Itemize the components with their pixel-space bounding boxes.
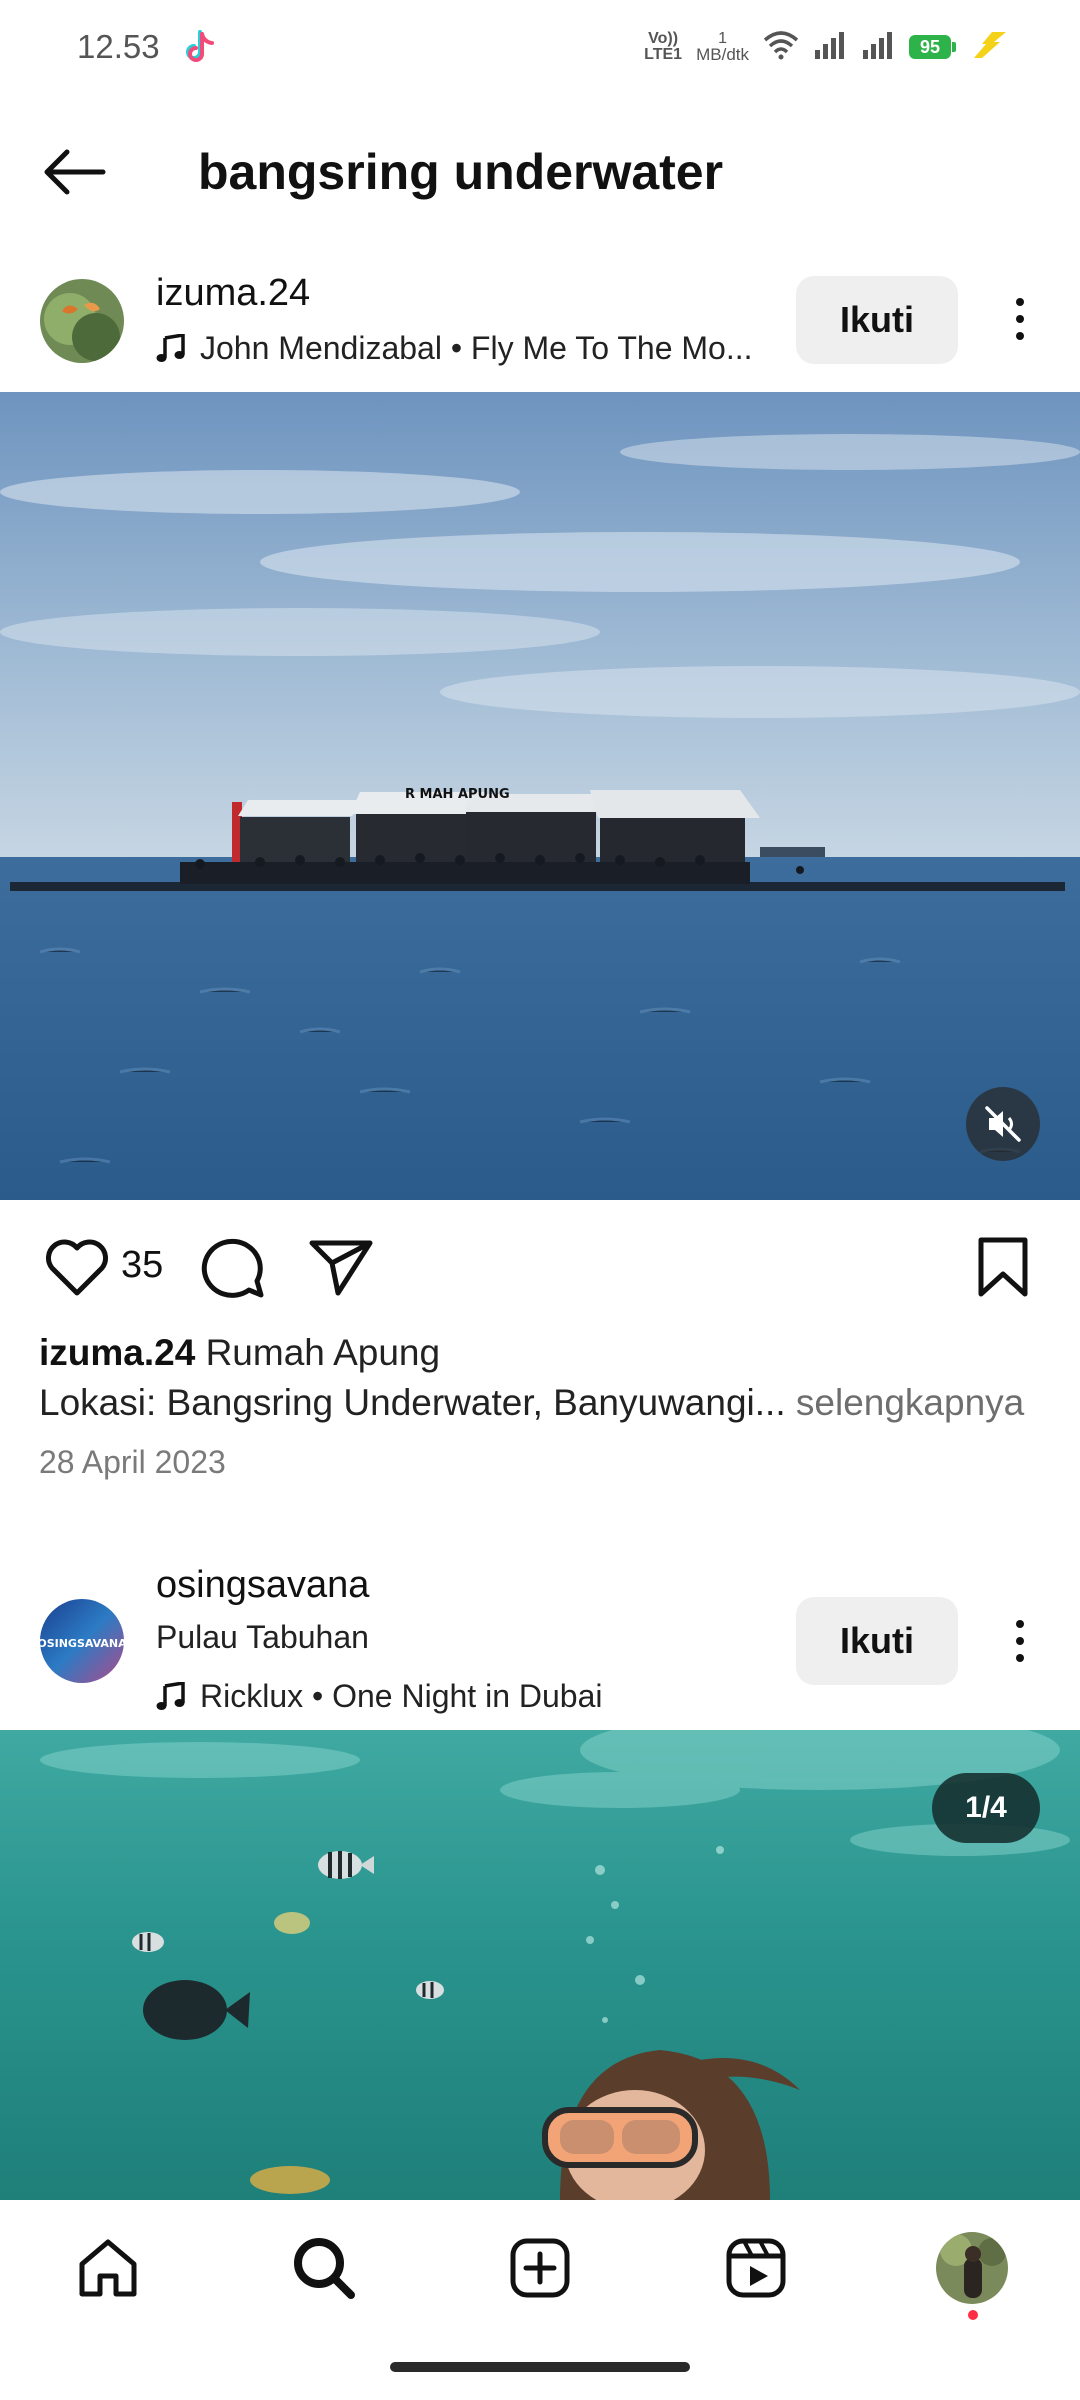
carousel-page-counter: 1/4 [932, 1773, 1040, 1843]
back-button[interactable] [38, 140, 110, 204]
data-speed-unit: MB/dtk [696, 45, 749, 64]
charging-icon [970, 30, 1008, 65]
save-button[interactable] [970, 1232, 1036, 1302]
data-speed: 1 MB/dtk [696, 31, 749, 64]
post1-date: 28 April 2023 [39, 1444, 226, 1480]
music-note-icon [156, 1681, 185, 1710]
post1-username[interactable]: izuma.24 [156, 272, 310, 315]
cell-signal-icon [813, 30, 847, 65]
nav-profile[interactable] [922, 2230, 1022, 2306]
post2-follow-button[interactable]: Ikuti [796, 1597, 958, 1685]
like-button[interactable] [40, 1234, 114, 1300]
caption-text: Rumah Apung [205, 1332, 441, 1373]
battery-level: 95 [909, 35, 951, 59]
post2-photo[interactable] [0, 1730, 1080, 2200]
search-icon [294, 2238, 355, 2299]
status-time: 12.53 [77, 28, 160, 65]
post2-music-label: Ricklux • One Night in Dubai [200, 1678, 603, 1714]
profile-notification-dot [968, 2310, 978, 2320]
cell-signal-2-icon [861, 30, 895, 65]
tiktok-notification-icon [182, 28, 216, 68]
send-icon [309, 1240, 373, 1296]
post2-avatar[interactable]: OSINGSAVANA [40, 1599, 124, 1683]
nav-reels[interactable] [706, 2230, 806, 2306]
heart-icon [46, 1239, 108, 1296]
post1-music[interactable]: John Mendizabal • Fly Me To The Mo... [156, 330, 753, 367]
create-icon [510, 2238, 570, 2298]
arrow-left-icon [44, 149, 106, 195]
reels-icon [726, 2238, 786, 2298]
post2-username[interactable]: osingsavana [156, 1564, 369, 1607]
caption-username[interactable]: izuma.24 [39, 1332, 195, 1373]
status-icons: Vo)) LTE1 1 MB/dtk 95 [644, 22, 1008, 72]
post1-music-label: John Mendizabal • Fly Me To The Mo... [200, 330, 753, 366]
profile-avatar [936, 2232, 1008, 2304]
status-bar: 12.53 Vo)) LTE1 1 MB/dtk 95 [0, 0, 1080, 96]
post2-music[interactable]: Ricklux • One Night in Dubai [156, 1678, 602, 1715]
post1-follow-button[interactable]: Ikuti [796, 276, 958, 364]
post2-more-options-icon[interactable] [1000, 1611, 1040, 1671]
music-note-icon [156, 333, 185, 362]
post1-video[interactable]: R MAH APUNG [0, 392, 1080, 1200]
nav-search[interactable] [274, 2230, 374, 2306]
volume-muted-icon [985, 1106, 1021, 1142]
home-icon [79, 2239, 137, 2297]
battery-indicator: 95 [909, 35, 956, 59]
caption-line2: Lokasi: Bangsring Underwater, Banyuwangi… [39, 1382, 786, 1423]
like-count[interactable]: 35 [121, 1244, 163, 1287]
nav-create[interactable] [490, 2230, 590, 2306]
comment-button[interactable] [196, 1232, 268, 1302]
share-button[interactable] [306, 1234, 376, 1300]
post1-avatar[interactable] [40, 279, 124, 363]
comment-icon [201, 1238, 264, 1298]
post2-location[interactable]: Pulau Tabuhan [156, 1619, 369, 1656]
bookmark-icon [978, 1237, 1028, 1297]
post1-more-options-icon[interactable] [1000, 289, 1040, 349]
mute-button[interactable] [966, 1087, 1040, 1161]
volte-indicator: Vo)) LTE1 [644, 30, 683, 63]
nav-home[interactable] [58, 2230, 158, 2306]
post1-caption: izuma.24 Rumah Apung Lokasi: Bangsring U… [39, 1328, 1049, 1428]
page-title: bangsring underwater [198, 144, 724, 200]
wifi-icon [763, 30, 799, 65]
platform-sign: R MAH APUNG [405, 787, 510, 802]
home-indicator[interactable] [390, 2362, 690, 2372]
caption-more-link[interactable]: selengkapnya [796, 1382, 1024, 1423]
post2-avatar-logo: OSINGSAVANA [40, 1637, 124, 1650]
